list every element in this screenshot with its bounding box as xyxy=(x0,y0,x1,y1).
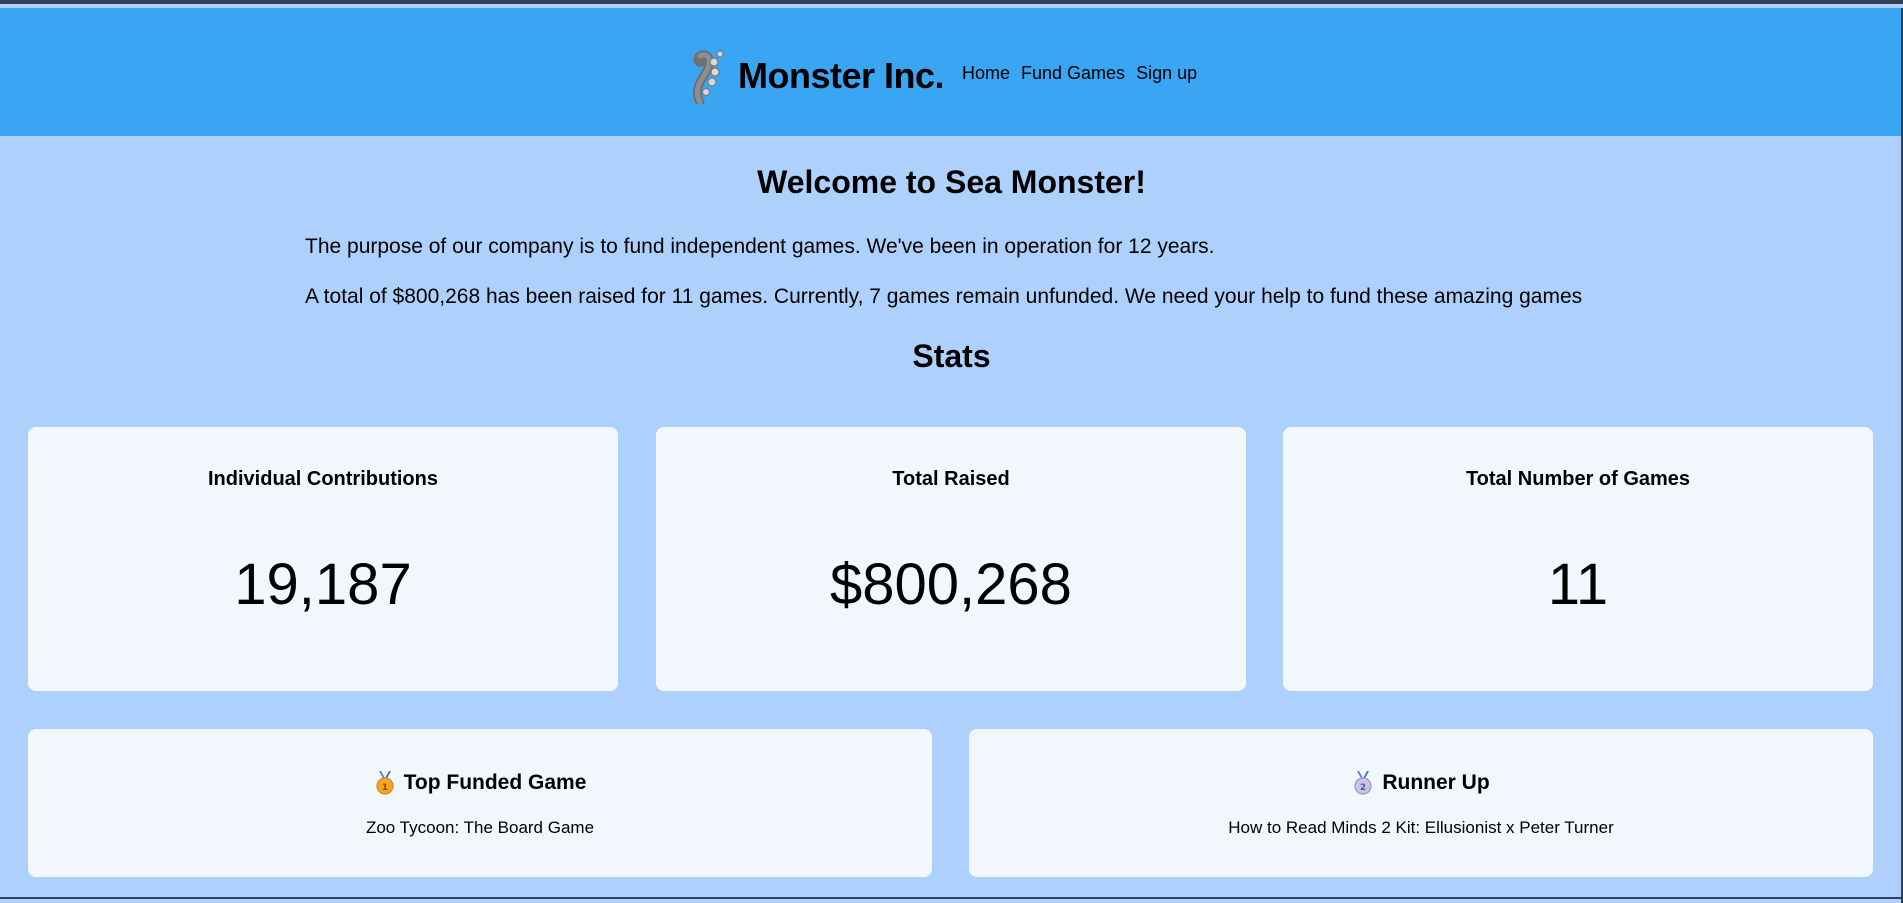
welcome-title: Welcome to Sea Monster! xyxy=(757,164,1146,200)
stat-card-total-raised: Total Raised $800,268 xyxy=(656,427,1246,691)
runner-up-game-name: How to Read Minds 2 Kit: Ellusionist x P… xyxy=(1228,818,1614,837)
stat-card-contributions: Individual Contributions 19,187 xyxy=(28,427,618,691)
svg-text:2: 2 xyxy=(1360,783,1366,793)
purpose-text: The purpose of our company is to fund in… xyxy=(305,235,1215,258)
top-funded-title: Top Funded Game xyxy=(403,771,587,794)
top-funded-game-name: Zoo Tycoon: The Board Game xyxy=(365,818,595,837)
nav-fund-games-link[interactable]: Fund Games xyxy=(1021,63,1125,84)
stat-value: 11 xyxy=(1547,552,1609,617)
runner-up-heading: 2 Runner Up xyxy=(969,771,1873,795)
main-nav: Home Fund Games Sign up xyxy=(962,63,1197,84)
nav-sign-up-link[interactable]: Sign up xyxy=(1136,63,1197,84)
runner-up-card: 2 Runner Up How to Read Minds 2 Kit: Ell… xyxy=(969,729,1873,877)
stat-card-num-games: Total Number of Games 11 xyxy=(1283,427,1873,691)
svg-text:1: 1 xyxy=(381,783,387,793)
top-funded-heading: 1 Top Funded Game xyxy=(28,771,932,795)
summary-text: A total of $800,268 has been raised for … xyxy=(305,285,1583,308)
stat-label: Total Raised xyxy=(892,468,1010,490)
silver-medal-icon: 2 xyxy=(1354,771,1372,795)
runner-up-title: Runner Up xyxy=(1382,771,1490,794)
sea-monster-tentacle-icon xyxy=(692,50,724,104)
gold-medal-icon: 1 xyxy=(376,771,394,795)
brand-title: Monster Inc. xyxy=(738,55,945,96)
nav-home-link[interactable]: Home xyxy=(962,63,1010,84)
site-header: Monster Inc. Home Fund Games Sign up xyxy=(0,8,1903,136)
stat-value: 19,187 xyxy=(234,552,412,617)
stats-title: Stats xyxy=(912,338,991,374)
stat-label: Individual Contributions xyxy=(208,468,438,490)
top-funded-game-card: 1 Top Funded Game Zoo Tycoon: The Board … xyxy=(28,729,932,877)
brand[interactable]: Monster Inc. xyxy=(690,46,945,106)
stat-label: Total Number of Games xyxy=(1465,468,1691,490)
stat-value: $800,268 xyxy=(830,552,1072,617)
